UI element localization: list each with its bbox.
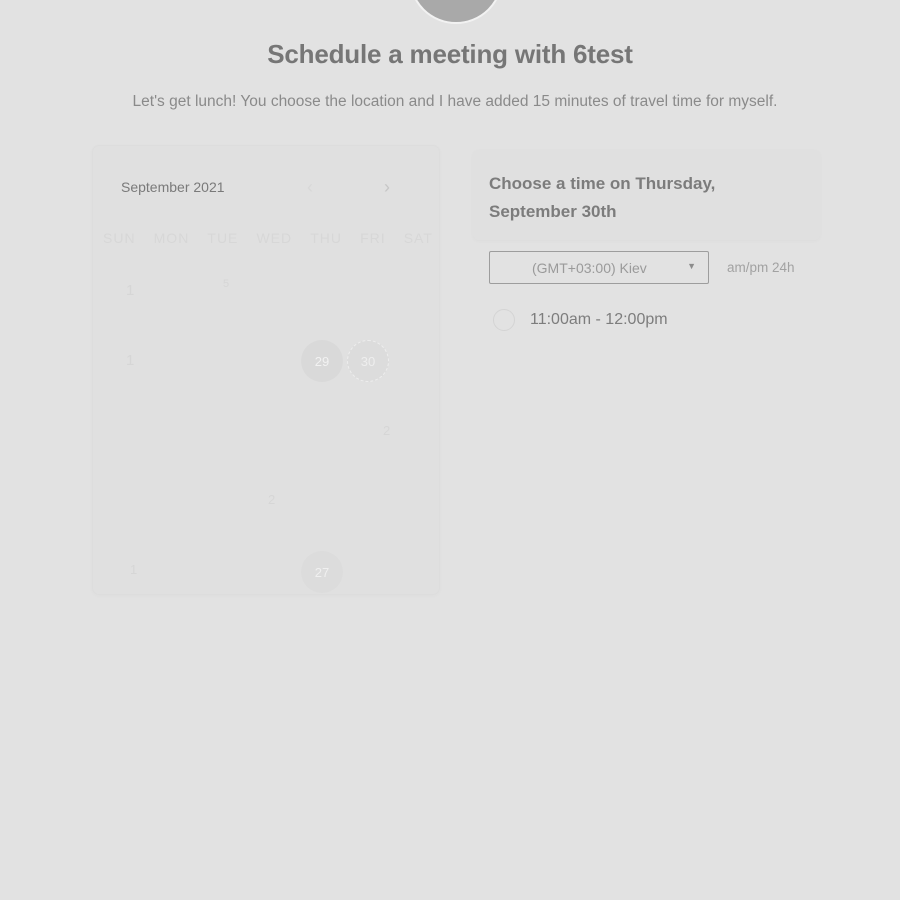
time-panel-header: Choose a time on Thursday, September 30t… bbox=[473, 150, 820, 240]
radio-button[interactable] bbox=[493, 309, 515, 331]
timezone-select[interactable]: (GMT+03:00) Kiev ▼ bbox=[489, 251, 709, 284]
avatar bbox=[409, 0, 503, 24]
weekday-label: THU bbox=[310, 230, 342, 246]
calendar-day: 2 bbox=[383, 423, 391, 438]
weekday-header: SUN MON TUE WED THU FRI SAT bbox=[103, 230, 433, 246]
weekday-label: FRI bbox=[360, 230, 386, 246]
page-subtitle: Let's get lunch! You choose the location… bbox=[132, 93, 778, 110]
calendar-day-available[interactable]: 29 bbox=[301, 340, 343, 382]
time-slot-label: 11:00am - 12:00pm bbox=[530, 311, 668, 328]
month-label: September 2021 bbox=[121, 179, 225, 195]
weekday-label: MON bbox=[153, 230, 190, 246]
calendar-day: 1 bbox=[126, 352, 135, 369]
weekday-label: WED bbox=[256, 230, 293, 246]
calendar-day: 5 bbox=[223, 278, 230, 290]
chevron-left-icon[interactable]: ‹ bbox=[307, 177, 313, 197]
weekday-label: SAT bbox=[403, 230, 433, 246]
calendar-day: 1 bbox=[126, 282, 135, 299]
caret-down-icon: ▼ bbox=[687, 261, 696, 271]
calendar-day: 1 bbox=[130, 562, 138, 577]
weekday-label: TUE bbox=[207, 230, 239, 246]
time-panel-title: Choose a time on Thursday, September 30t… bbox=[489, 174, 716, 221]
page: Schedule a meeting with 6test Let's get … bbox=[0, 0, 900, 900]
calendar-card: September 2021 ‹ › SUN MON TUE WED THU F… bbox=[93, 146, 439, 594]
page-title: Schedule a meeting with 6test bbox=[267, 39, 633, 69]
time-format-toggle[interactable]: am/pm 24h bbox=[727, 260, 795, 275]
time-slot[interactable]: 11:00am - 12:00pm bbox=[493, 307, 668, 333]
calendar-day-available[interactable]: 27 bbox=[301, 551, 343, 593]
chevron-right-icon[interactable]: › bbox=[384, 177, 390, 197]
weekday-label: SUN bbox=[103, 230, 136, 246]
calendar-day-selected[interactable]: 30 bbox=[347, 340, 389, 382]
calendar-day: 2 bbox=[268, 492, 276, 507]
timezone-value: (GMT+03:00) Kiev bbox=[532, 260, 647, 276]
